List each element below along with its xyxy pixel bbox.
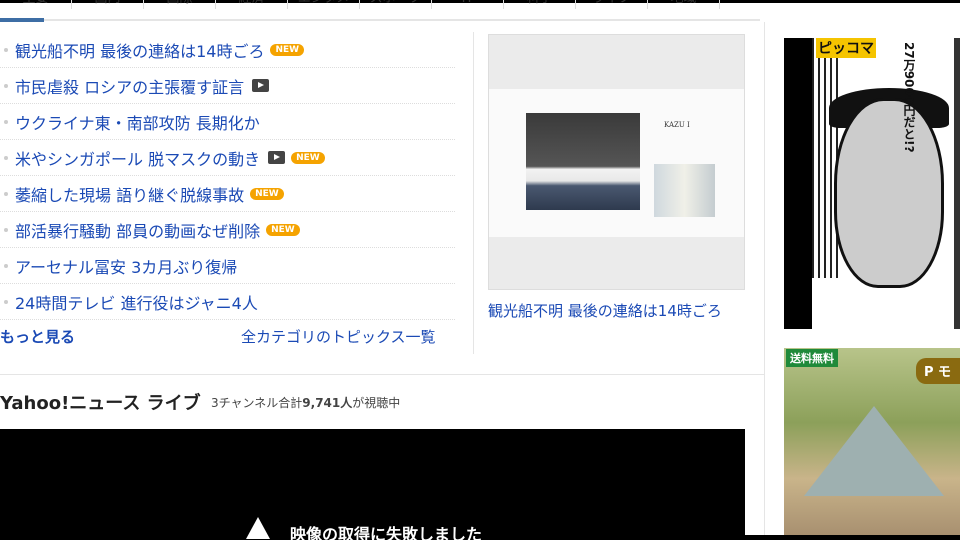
bullet-icon xyxy=(4,155,8,160)
topic-item[interactable]: 24時間テレビ 進行役はジャニ4人 xyxy=(0,284,455,320)
video-error-message: 映像の取得に失敗しました xyxy=(290,525,483,544)
manga-ad[interactable]: ピッコマ 27万9000円だと!? xyxy=(784,38,960,329)
divider xyxy=(473,32,474,354)
ad-speech-text: 27万9000円だと!? xyxy=(902,42,916,153)
topic-link[interactable]: 米やシンガポール 脱マスクの動き xyxy=(15,146,260,170)
interior-photo xyxy=(654,164,715,217)
tab-life[interactable]: ライフ xyxy=(576,0,648,9)
topic-item[interactable]: 萎縮した現場 語り継ぐ脱線事故 NEW xyxy=(0,176,455,212)
topic-link[interactable]: ウクライナ東・南部攻防 長期化か xyxy=(15,110,260,134)
warning-icon xyxy=(246,517,270,539)
viewers-suffix: が視聴中 xyxy=(352,396,401,410)
new-badge: NEW xyxy=(270,43,305,56)
live-video-player[interactable]: 映像の取得に失敗しました xyxy=(0,429,745,544)
video-icon xyxy=(268,151,286,164)
bullet-icon xyxy=(4,119,8,124)
live-title[interactable]: Yahoo!ニュース ライブ xyxy=(0,389,201,415)
topic-link[interactable]: 部活暴行騒動 部員の動画なぜ削除 xyxy=(15,218,260,242)
new-badge: NEW xyxy=(291,151,325,164)
thumbnail-webpage: KAZU I xyxy=(489,89,744,237)
topics-list: 観光船不明 最後の連絡は14時ごろ NEW 市民虐殺 ロシアの主張覆す証言 ウクライナ… xyxy=(0,32,455,320)
tab-sports[interactable]: スポーツ xyxy=(360,0,432,9)
more-link[interactable]: もっと見る xyxy=(0,326,75,347)
topic-item[interactable]: ウクライナ東・南部攻防 長期化か xyxy=(0,104,455,140)
category-tabs: 主要 国内 国際 経済 エンタメ スポーツ IT 科学 ライフ 地域 xyxy=(0,0,760,13)
topic-link[interactable]: 市民虐殺 ロシアの主張覆す証言 xyxy=(15,74,244,98)
tab-entertainment[interactable]: エンタメ xyxy=(288,0,360,9)
new-badge: NEW xyxy=(266,223,300,236)
new-badge: NEW xyxy=(250,187,284,200)
tab-domestic[interactable]: 国内 xyxy=(72,0,144,9)
topic-link[interactable]: 萎縮した現場 語り継ぐ脱線事故 xyxy=(15,182,244,206)
ad-panel-edge xyxy=(954,38,960,329)
topic-item[interactable]: 市民虐殺 ロシアの主張覆す証言 xyxy=(0,68,455,104)
topic-link[interactable]: 24時間テレビ 進行役はジャニ4人 xyxy=(15,290,258,314)
bottom-edge xyxy=(745,535,960,540)
bullet-icon xyxy=(4,83,8,88)
tab-main[interactable]: 主要 xyxy=(0,0,72,9)
topic-item[interactable]: 観光船不明 最後の連絡は14時ごろ NEW xyxy=(0,32,455,68)
tab-economy[interactable]: 経済 xyxy=(216,0,288,9)
viewers-prefix: 3チャンネル合計 xyxy=(211,396,303,410)
points-badge: P モ xyxy=(916,358,960,384)
piccoma-logo: ピッコマ xyxy=(816,38,876,58)
bullet-icon xyxy=(4,47,8,52)
tent-image xyxy=(804,406,944,496)
live-viewers: 3チャンネル合計9,741人が視聴中 xyxy=(211,394,400,411)
tab-it[interactable]: IT xyxy=(432,0,504,9)
bullet-icon xyxy=(4,299,8,304)
video-icon xyxy=(252,79,270,92)
topic-item[interactable]: 米やシンガポール 脱マスクの動き NEW xyxy=(0,140,455,176)
selected-tab-indicator xyxy=(0,18,44,22)
topic-item[interactable]: アーセナル冨安 3カ月ぶり復帰 xyxy=(0,248,455,284)
outdoor-ad[interactable]: 送料無料 P モ xyxy=(784,348,960,535)
bullet-icon xyxy=(4,263,8,268)
featured-thumbnail[interactable]: KAZU I xyxy=(488,34,745,290)
right-column-divider xyxy=(764,22,765,540)
topic-item[interactable]: 部活暴行騒動 部員の動画なぜ削除 NEW xyxy=(0,212,455,248)
all-topics-link[interactable]: 全カテゴリのトピックス一覧 xyxy=(241,326,436,347)
bullet-icon xyxy=(4,227,8,232)
featured-caption-link[interactable]: 観光船不明 最後の連絡は14時ごろ xyxy=(488,300,722,321)
tab-underline xyxy=(0,19,760,21)
viewers-count: 9,741人 xyxy=(302,396,353,410)
thumbnail-text: KAZU I xyxy=(664,121,690,129)
ad-black-bar xyxy=(784,38,812,329)
topic-link[interactable]: アーセナル冨安 3カ月ぶり復帰 xyxy=(15,254,237,278)
section-divider xyxy=(0,374,765,375)
tab-science[interactable]: 科学 xyxy=(504,0,576,9)
bullet-icon xyxy=(4,191,8,196)
free-shipping-badge: 送料無料 xyxy=(786,349,838,367)
tab-local[interactable]: 地域 xyxy=(648,0,720,9)
tab-world[interactable]: 国際 xyxy=(144,0,216,9)
ad-character-face xyxy=(834,98,944,288)
boat-photo xyxy=(526,113,640,210)
topic-link[interactable]: 観光船不明 最後の連絡は14時ごろ xyxy=(15,38,264,62)
